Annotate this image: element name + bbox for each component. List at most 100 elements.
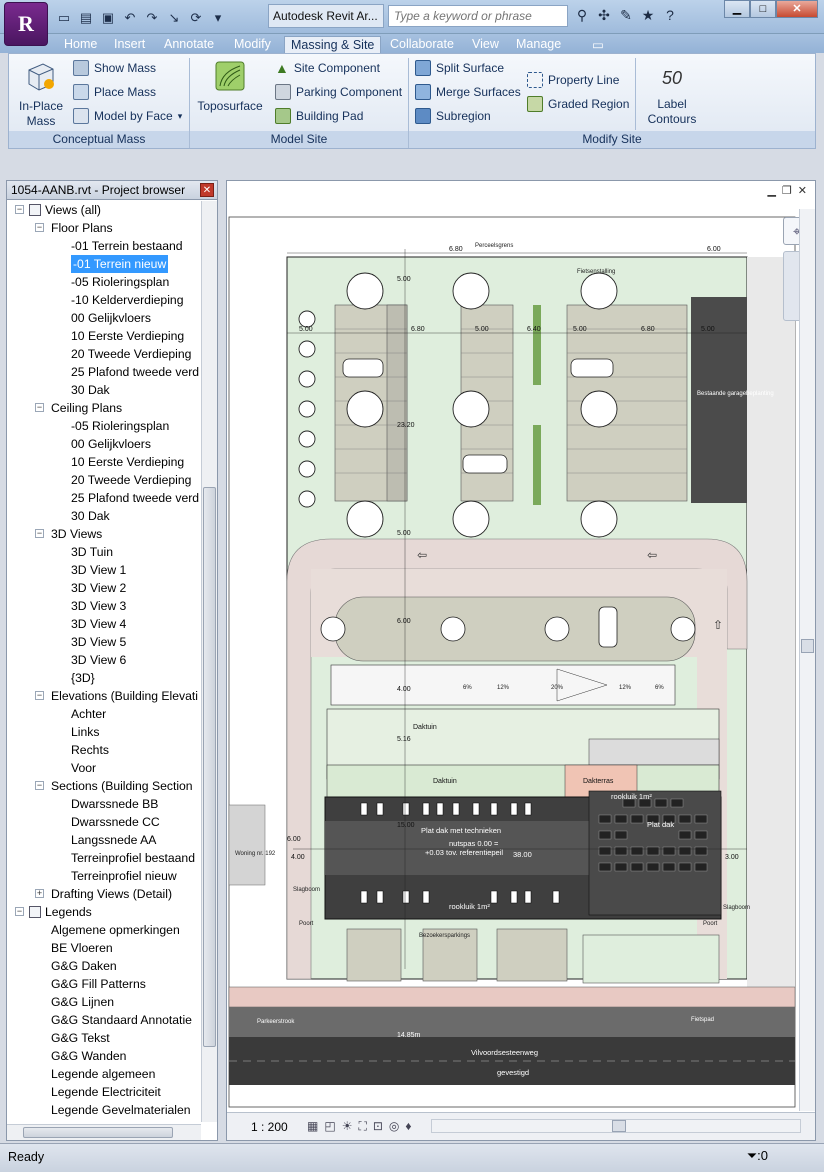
undo-icon[interactable]: ↶ [122, 10, 138, 26]
tree-item[interactable]: G&G Tekst [7, 1029, 201, 1047]
open-file-icon[interactable]: ▤ [78, 10, 94, 26]
tree-item[interactable]: -01 Terrein nieuw [7, 255, 201, 273]
tree-item[interactable]: 3D Tuin [7, 543, 201, 561]
show-crop-icon[interactable]: ⊡ [373, 1119, 383, 1134]
site-plan-drawing[interactable]: Perceelsgrens Fietsenstalling Bestaande … [227, 209, 799, 1113]
subscription-icon[interactable]: ✣ [596, 7, 612, 24]
scrollbar-thumb[interactable] [612, 1120, 626, 1132]
tree-item[interactable]: {3D} [7, 669, 201, 687]
tree-item[interactable]: G&G Standaard Annotatie [7, 1011, 201, 1029]
tree-item[interactable]: 20 Tweede Verdieping [7, 345, 201, 363]
tree-item[interactable]: G&G Lijnen [7, 993, 201, 1011]
minimize-view-icon[interactable]: ▁ [767, 184, 775, 197]
tree-item[interactable]: -10 Kelderverdieping [7, 291, 201, 309]
building-pad-button[interactable]: Building Pad [275, 108, 363, 124]
tree-item[interactable]: -01 Terrein bestaand [7, 237, 201, 255]
property-line-button[interactable]: Property Line [527, 72, 619, 88]
restore-view-icon[interactable]: ❐ [782, 184, 792, 197]
maximize-button[interactable]: □ [750, 0, 776, 18]
reveal-hidden-icon[interactable]: ♦ [405, 1119, 411, 1134]
tab-massing-site[interactable]: Massing & Site [284, 36, 382, 53]
collapse-icon[interactable]: − [15, 205, 24, 214]
tree-item[interactable]: + Drafting Views (Detail) [7, 885, 201, 903]
tree-item[interactable]: 30 Dak [7, 381, 201, 399]
collapse-icon[interactable]: − [35, 781, 44, 790]
tree-item[interactable]: 3D View 2 [7, 579, 201, 597]
qat-dropdown-icon[interactable]: ▾ [210, 10, 226, 26]
close-icon[interactable]: ✕ [200, 183, 214, 197]
sync-icon[interactable]: ⟳ [188, 10, 204, 26]
tree-item[interactable]: − Floor Plans [7, 219, 201, 237]
help-icon[interactable]: ? [662, 7, 678, 24]
project-browser-tree[interactable]: − Views (all) − Floor Plans -01 Terrein best… [7, 201, 201, 1122]
show-mass-button[interactable]: Show Mass [73, 60, 156, 76]
tree-item[interactable]: 10 Eerste Verdieping [7, 453, 201, 471]
tree-item[interactable]: Terreinprofiel bestaand [7, 849, 201, 867]
favorites-icon[interactable]: ★ [640, 7, 656, 24]
tree-item[interactable]: G&G Fill Patterns [7, 975, 201, 993]
minimize-button[interactable]: ▁ [724, 0, 750, 18]
save-icon[interactable]: ▣ [100, 10, 116, 26]
shadows-icon[interactable]: ☀ [342, 1119, 353, 1134]
collapse-icon[interactable]: − [15, 907, 24, 916]
scrollbar-thumb[interactable] [23, 1127, 173, 1138]
expand-icon[interactable]: + [35, 889, 44, 898]
tree-item[interactable]: 10 Eerste Verdieping [7, 327, 201, 345]
panel-title-model-site[interactable]: Model Site [190, 131, 408, 148]
measure-icon[interactable]: ↘ [166, 10, 182, 26]
tree-item[interactable]: − Sections (Building Section [7, 777, 201, 795]
tree-item[interactable]: 3D View 4 [7, 615, 201, 633]
tree-item[interactable]: G&G Daken [7, 957, 201, 975]
new-file-icon[interactable]: ▭ [56, 10, 72, 26]
tree-item[interactable]: 25 Plafond tweede verd [7, 489, 201, 507]
tree-item[interactable]: 20 Tweede Verdieping [7, 471, 201, 489]
search-input[interactable] [388, 5, 568, 27]
split-surface-button[interactable]: Split Surface [415, 60, 504, 76]
tab-modify[interactable]: Modify [228, 36, 277, 53]
tree-item[interactable]: − Legends [7, 903, 201, 921]
tree-item[interactable]: -05 Rioleringsplan [7, 417, 201, 435]
binoculars-icon[interactable]: ⚲ [574, 7, 590, 24]
application-menu-button[interactable]: R [4, 2, 48, 46]
panel-title-conceptual-mass[interactable]: Conceptual Mass [9, 131, 189, 148]
tab-manage[interactable]: Manage [510, 36, 567, 53]
tab-collaborate[interactable]: Collaborate [384, 36, 460, 53]
detail-level-icon[interactable]: ▦ [307, 1119, 318, 1134]
tree-item[interactable]: Rechts [7, 741, 201, 759]
model-by-face-button[interactable]: Model by Face ▾ [73, 108, 182, 124]
collapse-icon[interactable]: − [35, 223, 44, 232]
merge-surfaces-button[interactable]: Merge Surfaces [415, 84, 521, 100]
visual-style-icon[interactable]: ◰ [324, 1119, 335, 1134]
tree-item[interactable]: 30 Dak [7, 507, 201, 525]
tree-item[interactable]: Langssnede AA [7, 831, 201, 849]
collapse-icon[interactable]: − [35, 691, 44, 700]
crop-view-icon[interactable]: ⛶ [358, 1119, 366, 1134]
tree-item[interactable]: 00 Gelijkvloers [7, 309, 201, 327]
drawing-view[interactable]: ▁ ❐ ✕ Perceelsgrens Fietsenstalling Best… [226, 180, 816, 1141]
tree-item[interactable]: − Elevations (Building Elevati [7, 687, 201, 705]
tree-item[interactable]: BE Vloeren [7, 939, 201, 957]
tree-item[interactable]: -05 Rioleringsplan [7, 273, 201, 291]
tab-home[interactable]: Home [58, 36, 103, 53]
tab-annotate[interactable]: Annotate [158, 36, 220, 53]
scrollbar-thumb[interactable] [801, 639, 814, 653]
tree-item[interactable]: Achter [7, 705, 201, 723]
toposurface-button[interactable]: Toposurface [195, 60, 265, 114]
tree-item[interactable]: Algemene opmerkingen [7, 921, 201, 939]
ribbon-minimize-icon[interactable]: ▭ [586, 36, 610, 53]
tree-item[interactable]: 3D View 3 [7, 597, 201, 615]
label-contours-button[interactable]: 50 Label Contours [643, 62, 701, 127]
tab-view[interactable]: View [466, 36, 505, 53]
tree-item[interactable]: − Views (all) [7, 201, 201, 219]
collapse-icon[interactable]: − [35, 403, 44, 412]
view-vertical-scrollbar[interactable] [799, 209, 815, 1111]
view-scale[interactable]: 1 : 200 [251, 1120, 288, 1134]
tree-item[interactable]: Dwarssnede CC [7, 813, 201, 831]
scrollbar-thumb[interactable] [203, 487, 216, 1047]
tree-item[interactable]: Legende Gevelmaterialen [7, 1101, 201, 1119]
tree-item[interactable]: Legende algemeen [7, 1065, 201, 1083]
tree-item[interactable]: 3D View 5 [7, 633, 201, 651]
subregion-button[interactable]: Subregion [415, 108, 491, 124]
view-horizontal-scrollbar[interactable] [431, 1119, 801, 1133]
tree-item[interactable]: Links [7, 723, 201, 741]
